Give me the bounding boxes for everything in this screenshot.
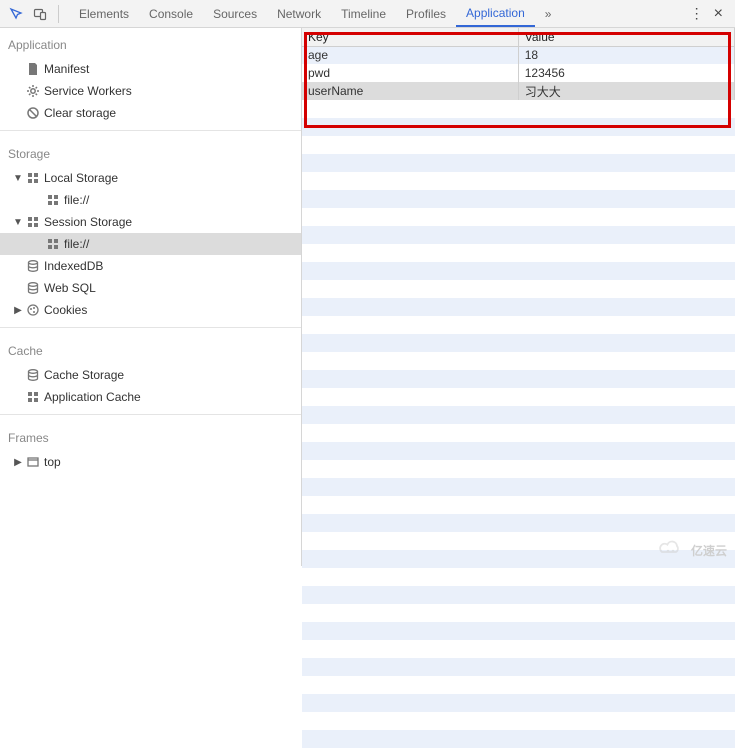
devtools-toolbar: Elements Console Sources Network Timelin…	[0, 0, 735, 28]
expand-arrow-icon[interactable]: ▼	[12, 217, 24, 228]
sidebar-item-web-sql[interactable]: Web SQL	[0, 277, 301, 299]
sidebar-item-label: Manifest	[42, 62, 89, 76]
sidebar-item-label: Web SQL	[42, 281, 96, 295]
grid-icon	[24, 215, 42, 229]
sidebar-item-clear-storage[interactable]: Clear storage	[0, 102, 301, 124]
tab-timeline[interactable]: Timeline	[331, 0, 396, 27]
inspect-element-icon[interactable]	[6, 4, 26, 24]
application-sidebar: Application Manifest Service Workers Clear …	[0, 28, 302, 566]
tab-console[interactable]: Console	[139, 0, 203, 27]
tab-sources[interactable]: Sources	[203, 0, 267, 27]
sidebar-item-label: file://	[62, 237, 89, 251]
cell-key[interactable]: age	[302, 46, 518, 64]
stripe-background	[302, 28, 735, 566]
close-icon[interactable]: ×	[714, 5, 723, 23]
tab-application[interactable]: Application	[456, 0, 535, 27]
db-icon	[24, 368, 42, 382]
gear-icon	[24, 84, 42, 98]
db-icon	[24, 281, 42, 295]
sidebar-item-cookies[interactable]: ▶ Cookies	[0, 299, 301, 321]
sidebar-item-service-workers[interactable]: Service Workers	[0, 80, 301, 102]
table-row[interactable]: age18	[302, 46, 735, 64]
sidebar-group-header: Frames	[0, 421, 301, 451]
cell-key[interactable]: pwd	[302, 64, 518, 82]
grid-icon	[24, 171, 42, 185]
table-row[interactable]: userName习大大	[302, 82, 735, 100]
sidebar-group-header: Application	[0, 28, 301, 58]
sidebar-item-file-[interactable]: file://	[0, 189, 301, 211]
grid-icon	[24, 390, 42, 404]
menu-icon[interactable]: ⋮	[690, 5, 704, 22]
col-value[interactable]: Value	[518, 28, 734, 46]
sidebar-item-label: Service Workers	[42, 84, 132, 98]
sidebar-item-file-[interactable]: file://	[0, 233, 301, 255]
sidebar-item-label: Clear storage	[42, 106, 116, 120]
cell-key[interactable]: userName	[302, 82, 518, 100]
panel-tabs: Elements Console Sources Network Timelin…	[65, 0, 690, 27]
sidebar-item-label: Session Storage	[42, 215, 132, 229]
db-icon	[24, 259, 42, 273]
separator	[58, 5, 59, 23]
toggle-device-icon[interactable]	[30, 4, 50, 24]
cookie-icon	[24, 303, 42, 317]
cell-value[interactable]: 18	[518, 46, 734, 64]
cell-value[interactable]: 习大大	[518, 82, 734, 100]
separator	[0, 130, 301, 131]
tab-elements[interactable]: Elements	[69, 0, 139, 27]
cell-value[interactable]: 123456	[518, 64, 734, 82]
tab-network[interactable]: Network	[267, 0, 331, 27]
storage-content: Key Value age18pwd123456userName习大大	[302, 28, 735, 566]
frame-icon	[24, 455, 42, 469]
sidebar-item-label: Cookies	[42, 303, 87, 317]
sidebar-item-label: file://	[62, 193, 89, 207]
separator	[0, 327, 301, 328]
storage-table[interactable]: Key Value age18pwd123456userName习大大	[302, 28, 735, 100]
sidebar-item-session-storage[interactable]: ▼ Session Storage	[0, 211, 301, 233]
tabs-overflow[interactable]: »	[535, 0, 562, 27]
col-key[interactable]: Key	[302, 28, 518, 46]
sidebar-item-label: Cache Storage	[42, 368, 124, 382]
expand-arrow-icon[interactable]: ▼	[12, 173, 24, 184]
sidebar-item-top[interactable]: ▶ top	[0, 451, 301, 473]
grid-icon	[44, 193, 62, 207]
sidebar-group-header: Storage	[0, 137, 301, 167]
sidebar-item-label: Application Cache	[42, 390, 141, 404]
clear-icon	[24, 106, 42, 120]
sidebar-item-cache-storage[interactable]: Cache Storage	[0, 364, 301, 386]
sidebar-item-label: top	[42, 455, 61, 469]
sidebar-item-label: Local Storage	[42, 171, 118, 185]
table-row[interactable]: pwd123456	[302, 64, 735, 82]
manifest-icon	[24, 62, 42, 76]
expand-arrow-icon[interactable]: ▶	[12, 457, 24, 468]
sidebar-group-header: Cache	[0, 334, 301, 364]
sidebar-item-local-storage[interactable]: ▼ Local Storage	[0, 167, 301, 189]
sidebar-item-application-cache[interactable]: Application Cache	[0, 386, 301, 408]
expand-arrow-icon[interactable]: ▶	[12, 305, 24, 316]
tab-profiles[interactable]: Profiles	[396, 0, 456, 27]
sidebar-item-label: IndexedDB	[42, 259, 103, 273]
grid-icon	[44, 237, 62, 251]
sidebar-item-indexeddb[interactable]: IndexedDB	[0, 255, 301, 277]
sidebar-item-manifest[interactable]: Manifest	[0, 58, 301, 80]
separator	[0, 414, 301, 415]
